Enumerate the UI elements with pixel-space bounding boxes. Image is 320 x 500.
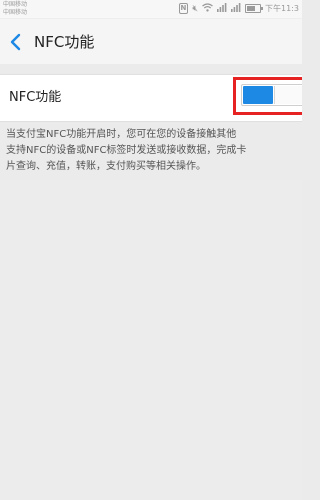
description-line-2: 支持NFC的设备或NFC标签时发送或接收数据，完成卡 bbox=[6, 145, 247, 156]
nfc-setting-label: NFC功能 bbox=[9, 90, 62, 105]
app-header: NFC功能 bbox=[0, 19, 302, 64]
description-line-3: 片查询、充值，转账，支付购买等相关操作。 bbox=[6, 161, 206, 172]
chevron-left-icon[interactable] bbox=[6, 32, 26, 52]
status-icons: N 🔇︎ 下午11:3 bbox=[178, 2, 299, 15]
signal-icon-2 bbox=[231, 3, 241, 14]
carrier-label-2: 中国移动 bbox=[3, 9, 28, 16]
description-line-1: 当支付宝NFC功能开启时，您可在您的设备接触其他 bbox=[6, 129, 237, 140]
page-title: NFC功能 bbox=[34, 33, 95, 51]
nfc-icon: N bbox=[178, 3, 189, 14]
toggle-on-indicator bbox=[243, 86, 273, 104]
nfc-description: 当支付宝NFC功能开启时，您可在您的设备接触其他 支持NFC的设备或NFC标签时… bbox=[6, 127, 302, 175]
screen: 中国移动 中国移动 N 🔇︎ 下午11:3 NFC功能 NFC功能 当支付宝NF… bbox=[0, 0, 302, 500]
mute-icon: 🔇︎ bbox=[192, 3, 199, 14]
toggle-knob bbox=[274, 86, 302, 104]
empty-content-area bbox=[0, 180, 302, 500]
signal-icon bbox=[217, 3, 227, 14]
carrier-label-1: 中国移动 bbox=[3, 1, 28, 8]
status-bar: 中国移动 中国移动 N 🔇︎ 下午11:3 bbox=[0, 0, 302, 19]
nfc-toggle[interactable] bbox=[241, 84, 302, 106]
battery-icon bbox=[245, 4, 264, 13]
wifi-icon bbox=[202, 3, 213, 14]
status-clock: 下午11:3 bbox=[265, 4, 299, 13]
